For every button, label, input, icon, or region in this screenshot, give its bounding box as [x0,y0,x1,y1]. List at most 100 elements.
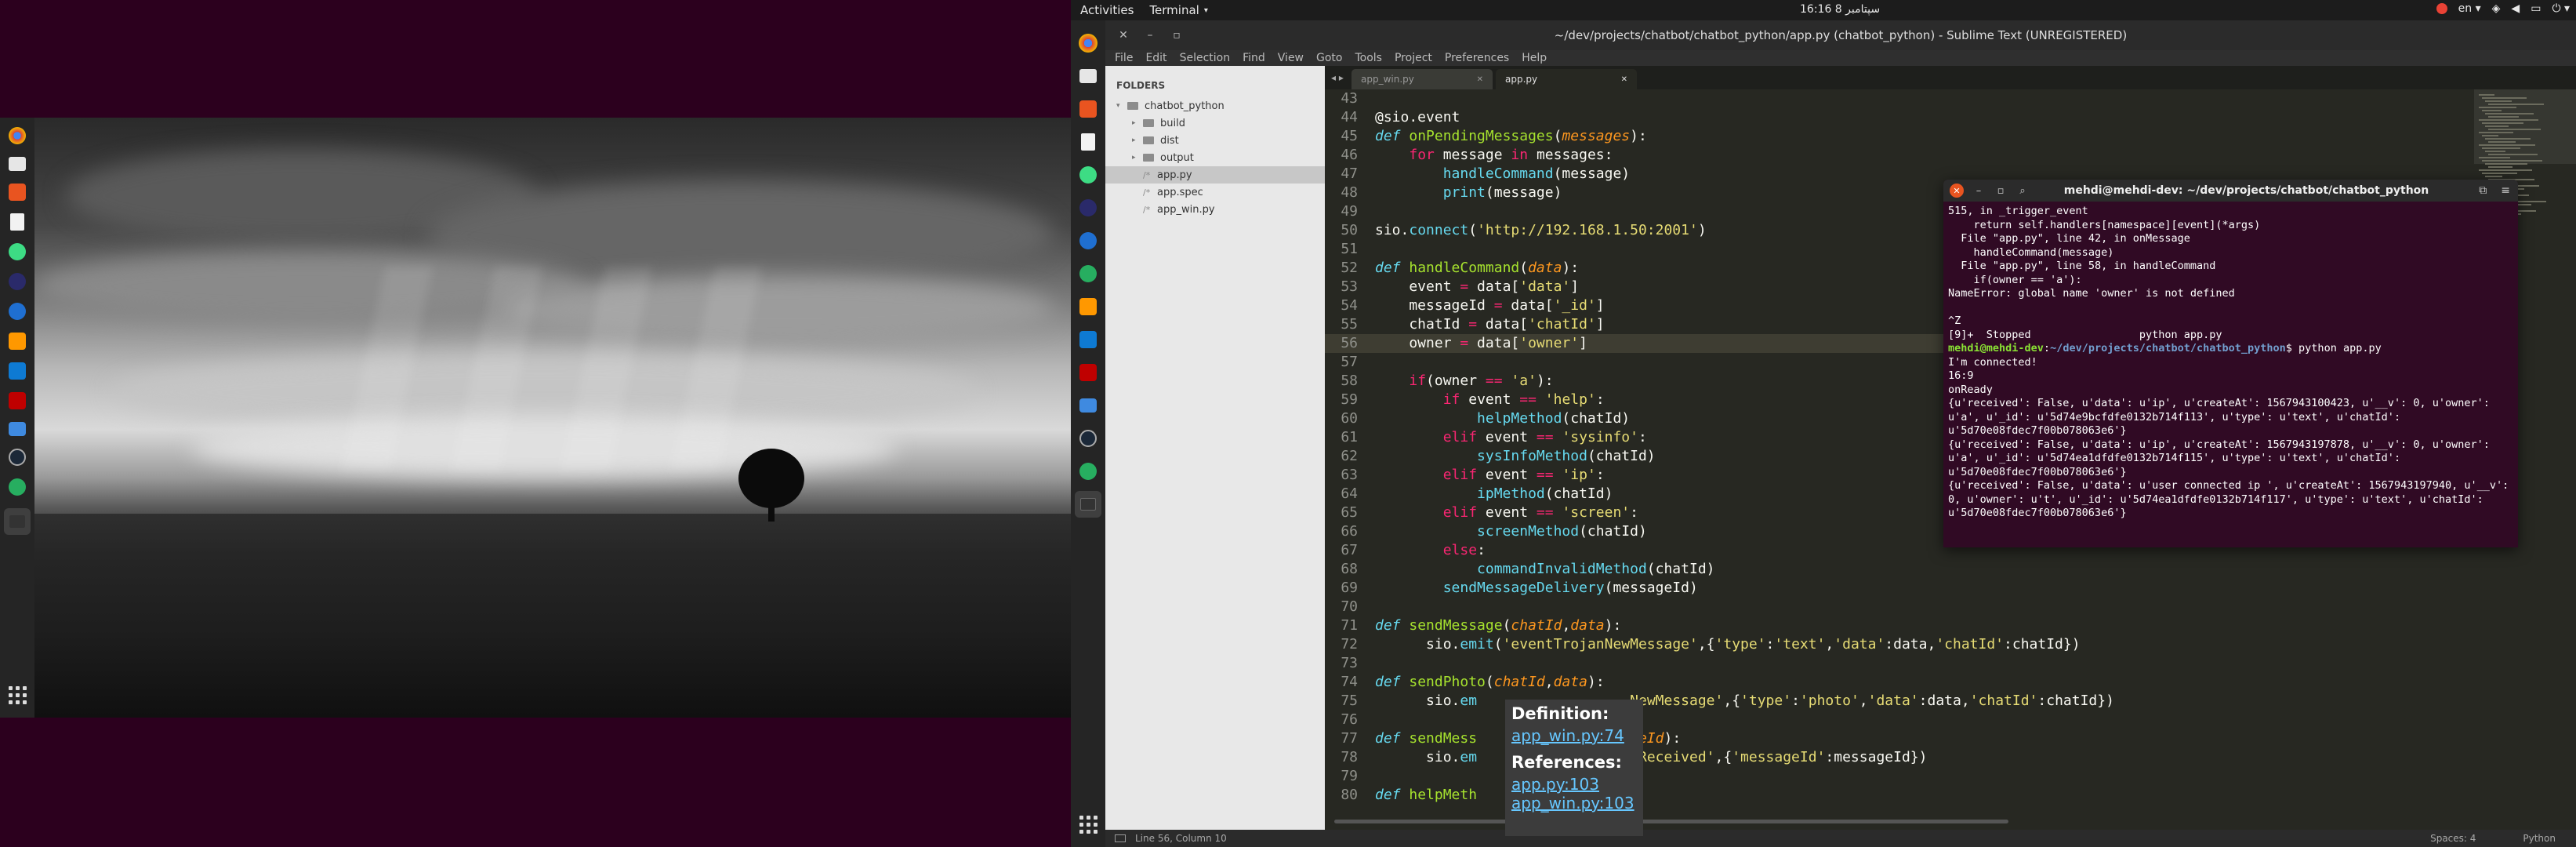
chrome-icon[interactable] [1075,30,1101,56]
tree-item[interactable]: ▸ build [1105,115,1325,132]
line-number: 75 [1341,693,1358,709]
files-icon[interactable] [9,157,26,171]
files-icon[interactable] [1075,63,1101,89]
syntax-setting[interactable]: Python [2523,833,2556,844]
maximize-icon[interactable]: ▫ [1994,185,2008,197]
sublime-text-icon[interactable] [1075,293,1101,320]
hamburger-menu-icon[interactable]: ≡ [2501,184,2510,197]
definition-link[interactable]: app_win.py:74 [1511,726,1637,745]
android-studio-icon[interactable] [9,243,26,260]
reference-link[interactable]: app.py:103 [1511,775,1637,794]
close-tab-icon[interactable]: ✕ [1477,75,1483,84]
menu-help[interactable]: Help [1515,52,1553,64]
sublime-titlebar[interactable]: ✕ – ▫ ~/dev/projects/chatbot/chatbot_pyt… [1105,20,2576,50]
chevron-right-icon[interactable]: ▸ [1132,119,1143,127]
vscode-icon[interactable] [1075,326,1101,353]
tab-nav-arrows-icon[interactable]: ◂ ▸ [1331,72,1351,83]
folder-icon [1143,136,1154,144]
tree-item[interactable]: ▸ dist [1105,132,1325,149]
panel-toggle-icon[interactable] [1115,834,1126,842]
line-number: 49 [1341,203,1358,220]
close-icon[interactable]: ✕ [1115,27,1132,44]
tree-item[interactable]: /* app.spec [1105,184,1325,201]
terminal-icon[interactable] [1075,491,1101,518]
code-text: else: [1442,542,1486,558]
menu-tools[interactable]: Tools [1348,52,1388,64]
menu-view[interactable]: View [1272,52,1310,64]
power-menu-icon[interactable]: ⏻ ▾ [2552,2,2570,15]
menu-edit[interactable]: Edit [1139,52,1173,64]
app-menu[interactable]: Terminal ▾ [1143,3,1214,17]
chat-icon[interactable] [1075,458,1101,485]
menu-preferences[interactable]: Preferences [1439,52,1515,64]
messenger-icon[interactable] [1075,260,1101,287]
tree-item[interactable]: ▸ output [1105,149,1325,166]
minimize-icon[interactable]: – [1141,27,1159,44]
tab-app-py[interactable]: app.py ✕ [1496,69,1637,89]
battery-icon[interactable]: ▭ [2531,2,2541,15]
git-icon[interactable] [1075,194,1101,221]
line-number: 63 [1341,467,1358,483]
show-applications-icon[interactable] [1075,811,1101,838]
wifi-icon[interactable]: ◈ [2492,2,2501,15]
indentation-setting[interactable]: Spaces: 4 [2430,833,2476,844]
language-indicator[interactable]: en ▾ [2458,2,2481,15]
chevron-down-icon[interactable]: ▾ [1116,102,1127,110]
line-number: 60 [1341,410,1358,427]
menu-project[interactable]: Project [1388,52,1439,64]
chevron-right-icon[interactable]: ▸ [1132,154,1143,162]
terminal-output[interactable]: 515, in _trigger_event return self.handl… [1943,202,2518,524]
tree-item[interactable]: /* app_win.py [1105,201,1325,218]
menu-goto[interactable]: Goto [1310,52,1348,64]
menu-file[interactable]: File [1108,52,1139,64]
reference-link[interactable]: app_win.py:103 [1511,794,1637,812]
sublime-text-icon[interactable] [9,333,26,350]
maximize-icon[interactable]: ▫ [1168,27,1185,44]
tree-item[interactable]: /* app.py [1105,166,1325,184]
volume-icon[interactable]: ◀ [2511,2,2520,15]
terminal-icon[interactable] [4,508,31,535]
network-icon[interactable] [1075,392,1101,419]
chrome-icon[interactable] [9,127,26,144]
horizontal-scrollbar[interactable] [1325,812,2474,830]
media-icon[interactable] [1075,227,1101,254]
tab-app-win-py[interactable]: app_win.py ✕ [1351,69,1493,89]
text-editor-icon[interactable] [1075,129,1101,155]
code-text: if event == 'help': [1442,391,1605,408]
android-studio-icon[interactable] [1075,162,1101,188]
network-icon[interactable] [9,422,26,436]
menu-selection[interactable]: Selection [1174,52,1237,64]
filezilla-icon[interactable] [9,392,26,409]
text-editor-icon[interactable] [10,213,24,231]
prompt-path: ~/dev/projects/chatbot/chatbot_python [2050,342,2286,354]
menu-bar: File Edit Selection Find View Goto Tools Projec… [1105,50,2576,66]
clock[interactable]: 16:16 8 سپتامبر [1800,3,1880,16]
line-number: 67 [1341,542,1358,558]
chevron-right-icon[interactable]: ▸ [1132,136,1143,144]
close-tab-icon[interactable]: ✕ [1621,75,1627,84]
filezilla-icon[interactable] [1075,359,1101,386]
menu-find[interactable]: Find [1236,52,1272,64]
vscode-icon[interactable] [9,362,26,380]
media-icon[interactable] [9,303,26,320]
scroll-thumb[interactable] [1334,820,2008,823]
code-line: 76 [1325,711,2474,729]
minimize-icon[interactable]: – [1972,185,1986,197]
activities-button[interactable]: Activities [1071,3,1143,17]
ubuntu-software-icon[interactable] [1075,96,1101,122]
show-applications-icon[interactable] [4,682,31,708]
git-icon[interactable] [9,273,26,290]
code-line: 74 def sendPhoto(chatId,data): [1325,673,2474,692]
steam-icon[interactable] [9,449,26,466]
messenger-icon[interactable] [9,478,26,496]
new-tab-icon[interactable]: ⧉ [2479,184,2487,197]
ubuntu-software-icon[interactable] [9,184,26,201]
terminal-titlebar[interactable]: ✕ – ▫ ⌕ mehdi@mehdi-dev: ~/dev/projects/… [1943,180,2518,202]
chrome-tray-icon[interactable] [2436,3,2447,14]
code-text: handleCommand(message) [1442,165,1631,182]
steam-icon[interactable] [1075,425,1101,452]
close-icon[interactable]: ✕ [1950,184,1964,198]
tree-item[interactable]: ▾ chatbot_python [1105,97,1325,115]
